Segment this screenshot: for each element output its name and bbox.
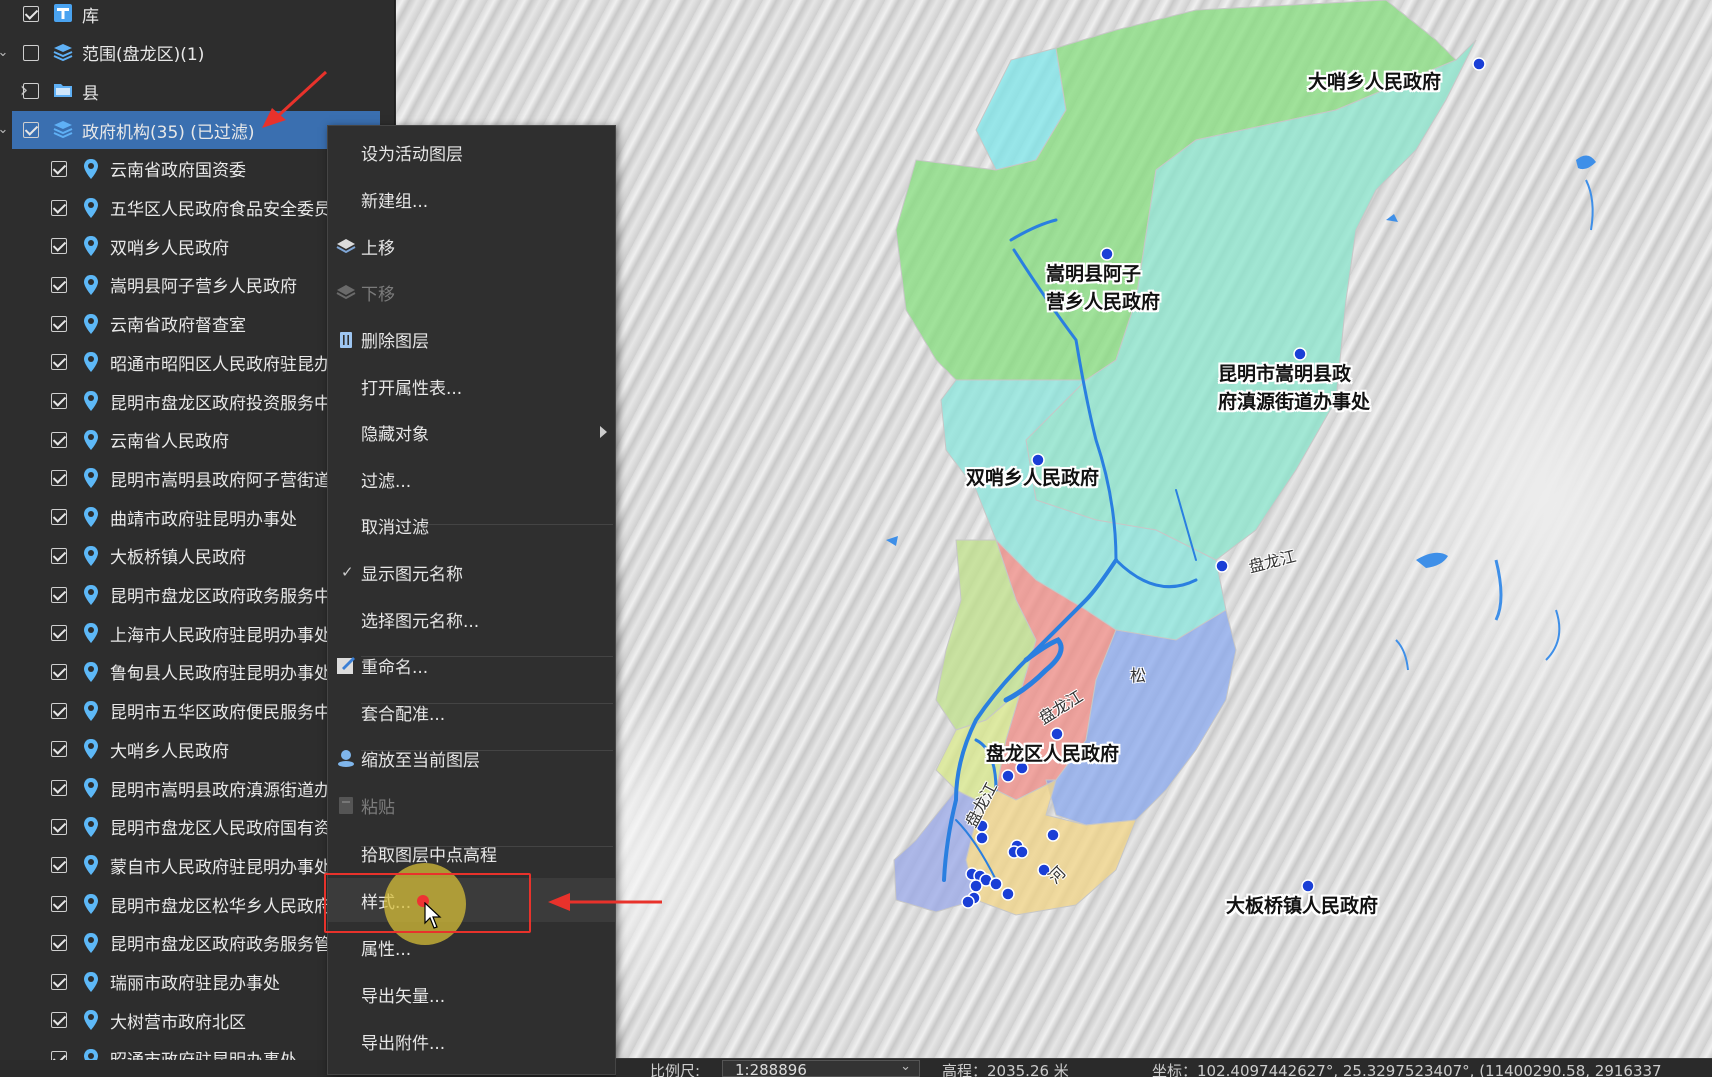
scale-label: 比例尺: xyxy=(650,1062,701,1077)
coordinate-readout: 坐标：102.4097442627°, 25.3297523407°, (114… xyxy=(1152,1062,1662,1077)
annotation-overlay xyxy=(262,70,662,911)
scale-dropdown[interactable]: 1:288896 ⌄ xyxy=(722,1059,920,1077)
elevation-readout: 高程：2035.26 米 xyxy=(942,1062,1069,1077)
chevron-down-icon: ⌄ xyxy=(900,1059,911,1074)
mouse-cursor-icon xyxy=(424,902,442,929)
scale-value: 1:288896 xyxy=(735,1061,807,1077)
annotation-arrows xyxy=(262,70,662,911)
